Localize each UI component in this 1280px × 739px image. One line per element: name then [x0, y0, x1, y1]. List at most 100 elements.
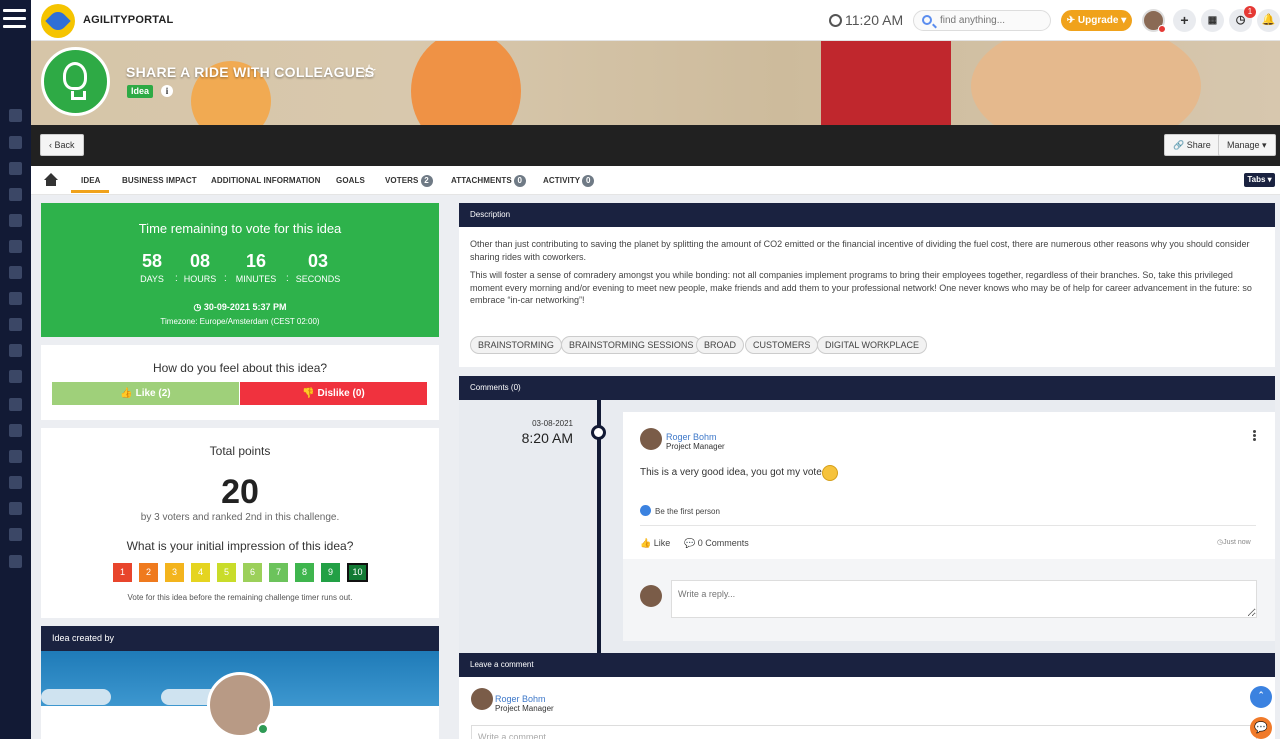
points-value: 20 — [221, 473, 259, 511]
rating-2[interactable]: 2 — [139, 563, 158, 582]
timezone: Timezone: Europe/Amsterdam (CEST 02:00) — [160, 317, 320, 326]
commenter-name[interactable]: Roger Bohm — [495, 694, 546, 704]
share-button[interactable]: 🔗 Share — [1164, 134, 1220, 156]
vote-timer-card: Time remaining to vote for this idea 58 D… — [41, 203, 439, 337]
leave-comment-header: Leave a comment — [459, 653, 1275, 677]
info-icon[interactable]: i — [161, 85, 173, 97]
tab-bar: IDEA BUSINESS IMPACT ADDITIONAL INFORMAT… — [31, 166, 1280, 195]
tab-activity[interactable]: ACTIVITY 0 — [543, 175, 595, 187]
tab-goals[interactable]: GOALS — [336, 176, 365, 185]
search-nav-icon[interactable] — [9, 266, 22, 279]
comment-like-button[interactable]: 👍 Like — [640, 538, 670, 549]
rating-10[interactable]: 10 — [347, 563, 368, 582]
search-box[interactable] — [913, 10, 1051, 31]
clock-icon — [829, 14, 842, 27]
timeline-dot — [591, 425, 606, 440]
chalkboard-nav-icon[interactable] — [9, 424, 22, 437]
rating-7[interactable]: 7 — [269, 563, 288, 582]
comment-menu-icon[interactable] — [1253, 430, 1256, 442]
pie-chart-nav-icon[interactable] — [9, 502, 22, 515]
chat-button[interactable]: 💬 — [1250, 717, 1272, 739]
comments-icon: 💬 — [684, 538, 696, 548]
timer-seconds: 03 SECONDS — [295, 251, 341, 284]
commenter-role: Project Manager — [495, 704, 554, 713]
idea-icon-badge — [41, 47, 110, 116]
description-paragraph: Other than just contributing to saving t… — [470, 239, 1250, 262]
rating-5[interactable]: 5 — [217, 563, 236, 582]
current-time: 11:20 AM — [829, 12, 903, 28]
impression-scale: 1 2 3 4 5 6 7 8 9 10 — [113, 563, 373, 583]
upgrade-button[interactable]: ✈ Upgrade ▾ — [1061, 10, 1132, 31]
comment-date: 03-08-2021 — [532, 419, 573, 428]
brand-logo-icon[interactable] — [41, 4, 75, 38]
lightbulb-nav-icon[interactable] — [9, 344, 22, 357]
grid-nav-icon[interactable] — [9, 318, 22, 331]
banner-illustration — [411, 41, 521, 125]
sitemap-nav-icon[interactable] — [9, 398, 22, 411]
home-nav-icon[interactable] — [9, 109, 22, 122]
dislike-button[interactable]: 👎 Dislike (0) — [240, 382, 427, 405]
comment-author-name[interactable]: Roger Bohm — [666, 432, 717, 442]
tab-additional-information[interactable]: ADDITIONAL INFORMATION — [211, 176, 320, 185]
tag-digital-workplace[interactable]: DIGITAL WORKPLACE — [817, 336, 928, 354]
user-avatar[interactable] — [1142, 9, 1166, 33]
list-nav-icon[interactable] — [9, 214, 22, 227]
left-sidebar — [0, 0, 31, 739]
rating-6[interactable]: 6 — [243, 563, 262, 582]
logout-nav-icon[interactable] — [9, 555, 22, 568]
comment-card: Roger Bohm Project Manager This is a ver… — [623, 412, 1275, 641]
notification-badge: 1 — [1244, 6, 1256, 18]
online-status-dot — [257, 723, 269, 735]
rating-4[interactable]: 4 — [191, 563, 210, 582]
search-icon — [922, 15, 932, 25]
lightbulb-icon — [63, 62, 87, 100]
tag-brainstorming[interactable]: BRAINSTORMING — [470, 336, 562, 354]
people-nav-icon[interactable] — [9, 162, 22, 175]
user-nav-icon[interactable] — [9, 450, 22, 463]
bell-icon[interactable]: 🔔 — [1257, 9, 1280, 32]
reply-input[interactable] — [671, 580, 1257, 618]
store-nav-icon[interactable] — [9, 292, 22, 305]
comment-author-avatar[interactable] — [640, 428, 662, 450]
home-icon[interactable] — [43, 173, 59, 187]
comment-text: This is a very good idea, you got my vot… — [640, 467, 825, 478]
divider — [640, 525, 1256, 526]
comment-timestamp: ◷Just now — [1217, 539, 1251, 546]
back-button[interactable]: ‹ Back — [40, 134, 84, 156]
tab-voters[interactable]: VOTERS 2 — [385, 175, 433, 187]
rating-9[interactable]: 9 — [321, 563, 340, 582]
document-nav-icon[interactable] — [9, 476, 22, 489]
comments-timeline: 03-08-2021 8:20 AM Roger Bohm Project Ma… — [459, 400, 1275, 653]
menu-icon[interactable] — [3, 9, 26, 29]
tab-business-impact[interactable]: BUSINESS IMPACT — [122, 176, 197, 185]
rating-3[interactable]: 3 — [165, 563, 184, 582]
apps-grid-icon[interactable]: ▦ — [1201, 9, 1224, 32]
tab-idea[interactable]: IDEA — [81, 176, 101, 185]
description-header: Description — [459, 203, 1275, 227]
card-nav-icon[interactable] — [9, 188, 22, 201]
feeling-question: How do you feel about this idea? — [152, 361, 328, 375]
manage-button[interactable]: Manage ▾ — [1218, 134, 1276, 156]
globe-nav-icon[interactable] — [9, 136, 22, 149]
building-nav-icon[interactable] — [9, 240, 22, 253]
rating-8[interactable]: 8 — [295, 563, 314, 582]
comment-input[interactable]: Write a comment... — [471, 725, 1257, 739]
favorite-star-icon[interactable]: ☆ — [361, 61, 377, 82]
like-button[interactable]: 👍 Like (2) — [52, 382, 239, 405]
commenter-avatar — [471, 688, 493, 710]
tabs-dropdown[interactable]: Tabs ▾ — [1244, 173, 1275, 187]
impression-question: What is your initial impression of this … — [126, 539, 354, 553]
type-badge: Idea — [127, 85, 154, 98]
tag-brainstorming-sessions[interactable]: BRAINSTORMING SESSIONS — [561, 336, 702, 354]
search-input[interactable] — [940, 13, 1044, 28]
scroll-top-button[interactable]: ˆ — [1250, 686, 1272, 708]
points-label: Total points — [209, 444, 271, 458]
tab-attachments[interactable]: ATTACHMENTS 0 — [451, 175, 526, 187]
tag-broad[interactable]: BROAD — [696, 336, 745, 354]
add-icon[interactable]: + — [1173, 9, 1196, 32]
settings-nav-icon[interactable] — [9, 528, 22, 541]
comment-replies-button[interactable]: 💬 0 Comments — [684, 538, 749, 549]
tag-customers[interactable]: CUSTOMERS — [745, 336, 819, 354]
monitor-nav-icon[interactable] — [9, 370, 22, 383]
rating-1[interactable]: 1 — [113, 563, 132, 582]
